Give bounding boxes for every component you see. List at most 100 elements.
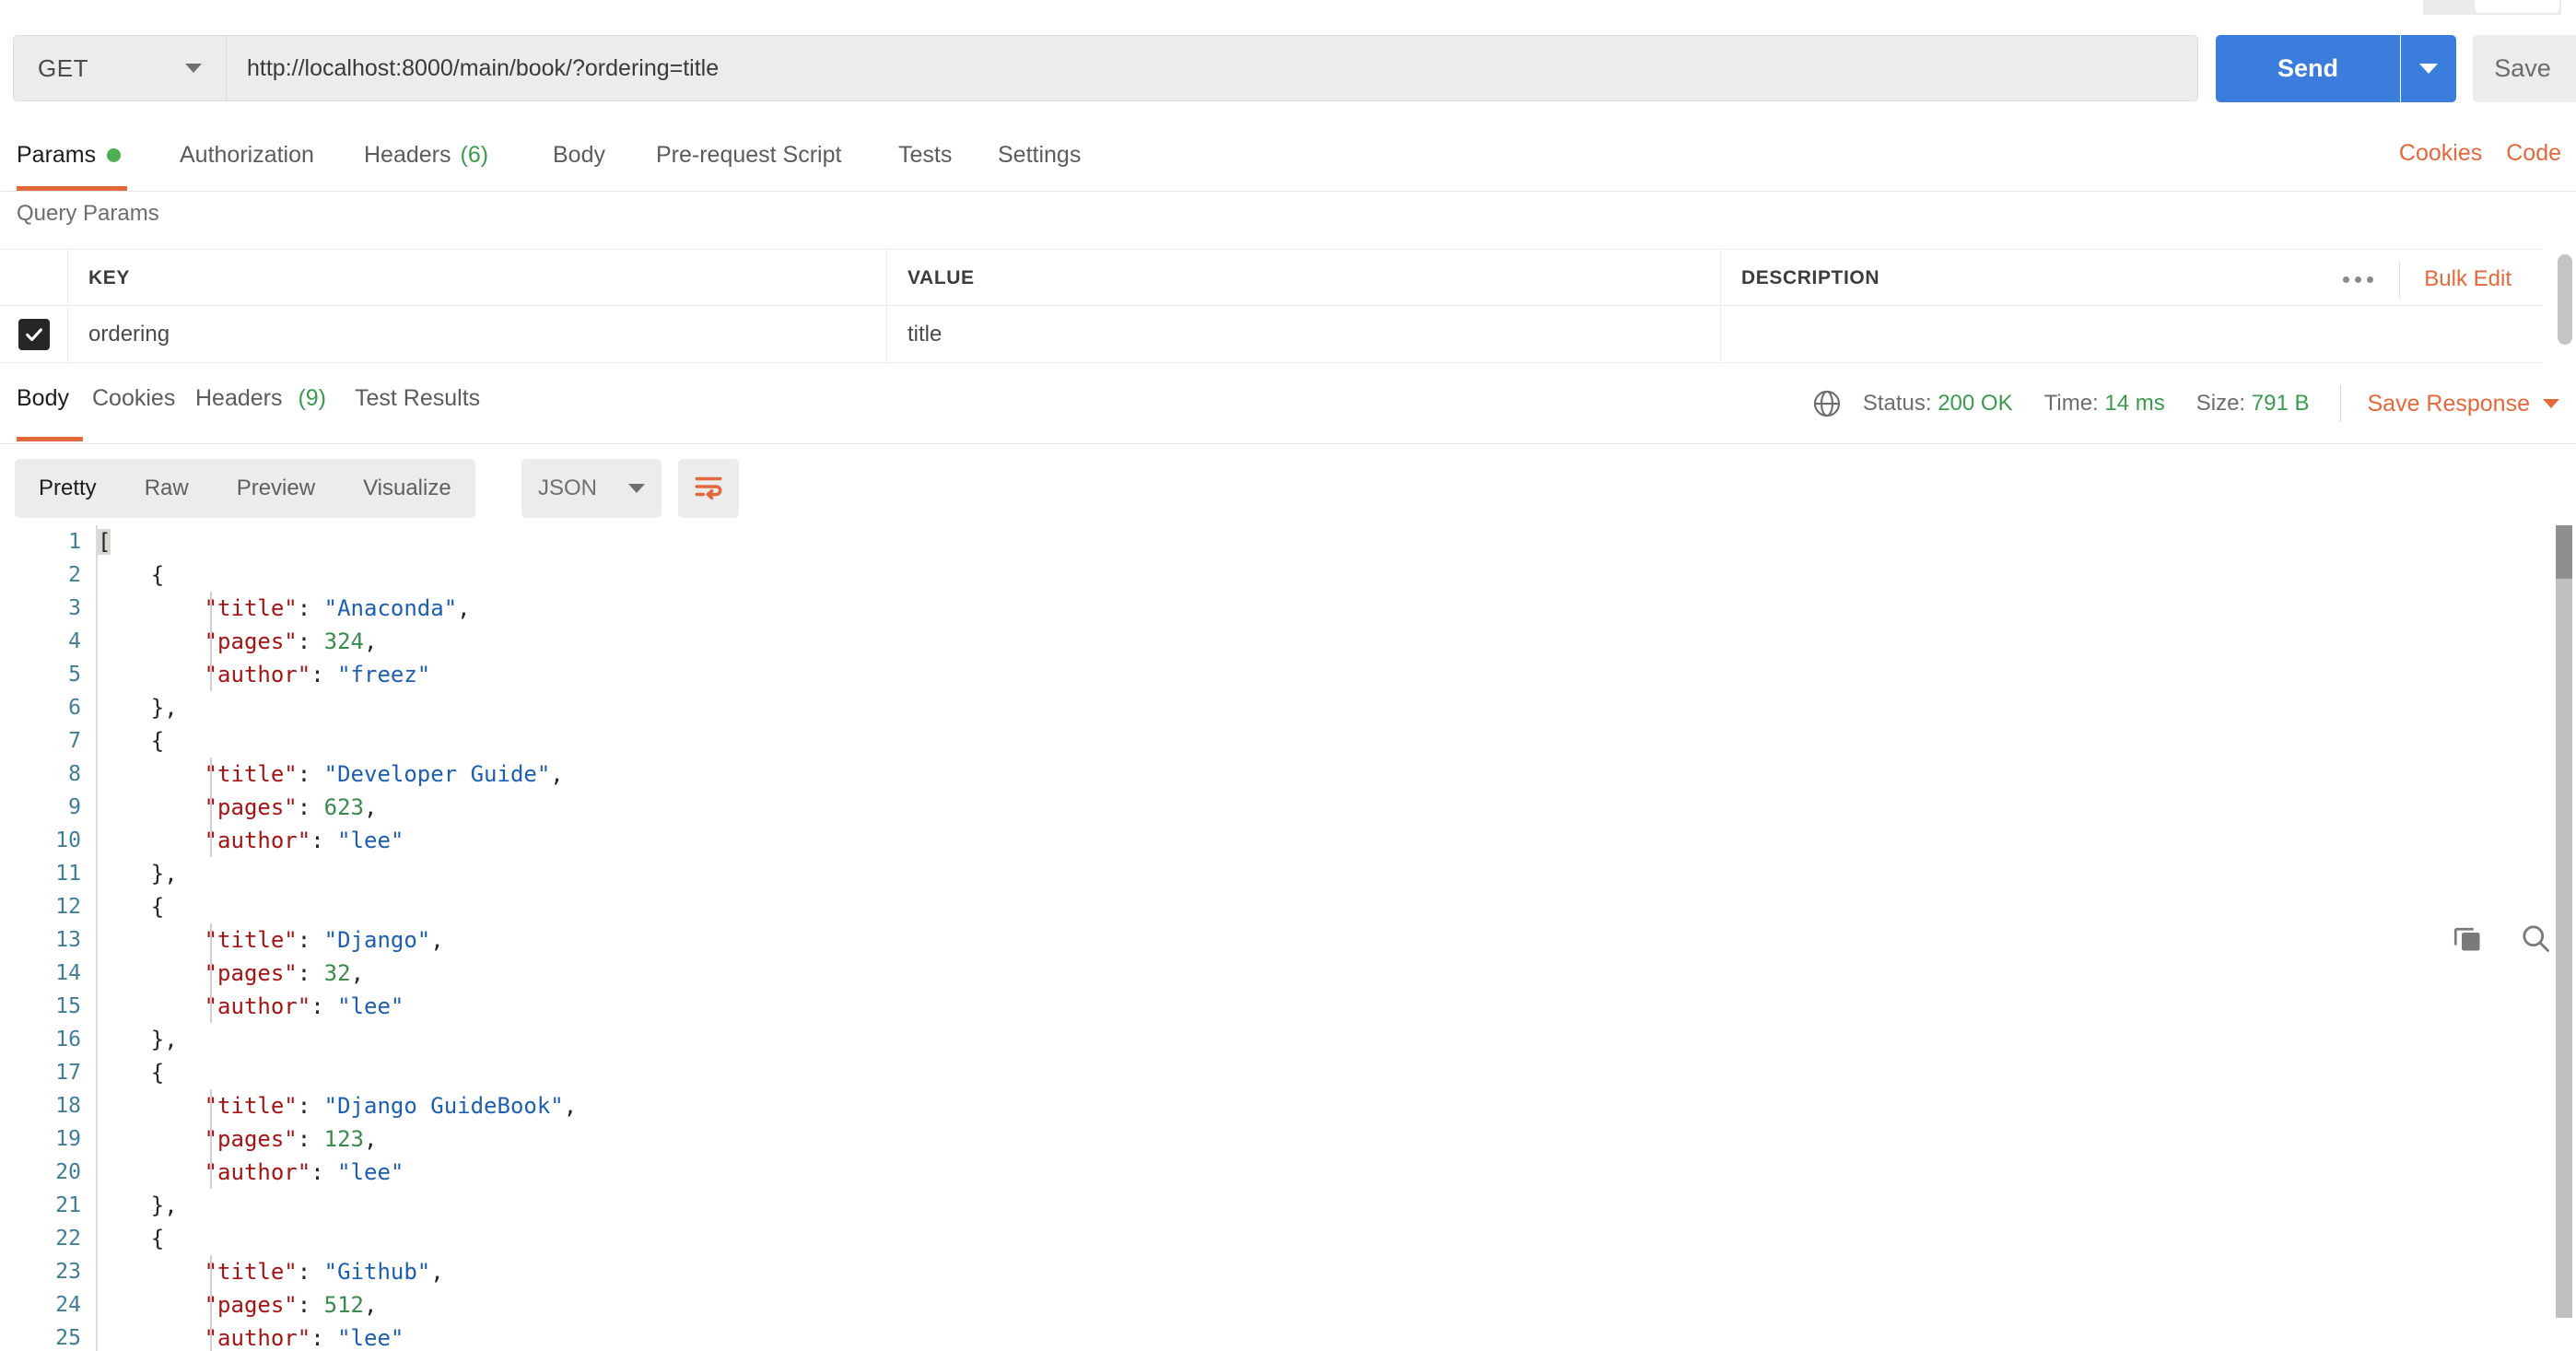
code-line[interactable]: "author": "lee" xyxy=(98,990,2576,1023)
code-token-num: 123 xyxy=(323,1126,365,1152)
code-token-key: "pages" xyxy=(204,794,298,820)
tab-tests-label: Tests xyxy=(898,142,953,168)
code-line[interactable]: { xyxy=(98,1056,2576,1089)
code-line[interactable]: "title": "Developer Guide", xyxy=(98,758,2576,791)
code-line[interactable]: "author": "lee" xyxy=(98,1156,2576,1189)
code-line[interactable]: "author": "lee" xyxy=(98,824,2576,857)
code-content[interactable]: [ { "title": "Anaconda", "pages": 324, "… xyxy=(98,525,2576,1351)
time-label: Time: xyxy=(2043,391,2099,416)
row-value-cell[interactable]: title xyxy=(887,306,1721,363)
save-button[interactable]: Save xyxy=(2473,35,2572,102)
more-options-icon[interactable] xyxy=(2317,261,2401,298)
code-line[interactable]: [ xyxy=(98,525,2576,558)
wrap-lines-button[interactable] xyxy=(678,459,739,518)
code-token-num: 512 xyxy=(323,1292,365,1318)
code-line[interactable]: { xyxy=(98,1222,2576,1255)
view-pretty-button[interactable]: Pretty xyxy=(15,476,121,501)
tab-headers[interactable]: Headers (6) xyxy=(364,135,488,192)
tab-response-body[interactable]: Body xyxy=(17,385,83,442)
code-line[interactable]: }, xyxy=(98,857,2576,890)
line-number: 9 xyxy=(68,795,81,819)
tab-response-cookies[interactable]: Cookies xyxy=(92,385,175,442)
row-value-text: title xyxy=(907,322,943,347)
code-token-key: "author" xyxy=(204,662,311,687)
tab-prerequest-script[interactable]: Pre-request Script xyxy=(656,135,841,192)
bulk-edit-button[interactable]: Bulk Edit xyxy=(2400,266,2512,292)
line-number: 18 xyxy=(55,1094,81,1118)
tab-params-label: Params xyxy=(17,142,97,168)
code-token-p: [ xyxy=(98,529,111,555)
code-token-p: }, xyxy=(150,1192,178,1218)
response-status-group: Status: 200 OK Time: 14 ms Size: 791 B S… xyxy=(1811,385,2559,422)
send-options-button[interactable] xyxy=(2401,35,2456,102)
tab-tests[interactable]: Tests xyxy=(898,135,952,192)
tab-params[interactable]: Params xyxy=(17,135,127,192)
line-number: 6 xyxy=(68,696,81,720)
size-label: Size: xyxy=(2195,391,2246,416)
line-number: 15 xyxy=(55,994,81,1018)
code-line[interactable]: "pages": 623, xyxy=(98,791,2576,824)
code-line[interactable]: "author": "lee" xyxy=(98,1322,2576,1351)
line-number: 17 xyxy=(55,1061,81,1085)
tab-test-results[interactable]: Test Results xyxy=(355,385,480,442)
row-checkbox-cell[interactable] xyxy=(0,306,68,363)
code-line[interactable]: }, xyxy=(98,1189,2576,1222)
code-line[interactable]: { xyxy=(98,558,2576,592)
response-format-select[interactable]: JSON xyxy=(521,459,662,518)
code-line[interactable]: { xyxy=(98,724,2576,758)
code-token-key: "title" xyxy=(204,1259,298,1285)
save-response-button[interactable]: Save Response xyxy=(2367,391,2559,417)
checkbox-checked-icon[interactable] xyxy=(18,319,50,350)
code-token-key: "title" xyxy=(204,927,298,953)
view-visualize-button[interactable]: Visualize xyxy=(339,476,475,501)
code-token-p: , xyxy=(457,595,471,621)
indent-guide xyxy=(210,923,212,1023)
tab-body[interactable]: Body xyxy=(553,135,605,192)
code-line[interactable]: "title": "Github", xyxy=(98,1255,2576,1288)
line-number: 19 xyxy=(55,1127,81,1151)
code-line[interactable]: }, xyxy=(98,1023,2576,1056)
code-token-str: "Github" xyxy=(323,1259,431,1285)
params-scrollbar-thumb[interactable] xyxy=(2558,254,2572,345)
tab-response-headers[interactable]: Headers (9) xyxy=(195,385,326,442)
size-badge: Size: 791 B xyxy=(2196,391,2310,417)
code-token-str: "lee" xyxy=(337,1159,404,1185)
response-body-viewer[interactable]: 1 2 3 4 5 6 7 8 9 10 11 12 13 14 15 16 17 18 19 20 21 22 23 24 2… xyxy=(0,525,2576,1351)
http-method-label: GET xyxy=(38,53,88,82)
http-method-select[interactable]: GET xyxy=(13,35,227,101)
view-preview-button[interactable]: Preview xyxy=(213,476,339,501)
save-options-button[interactable] xyxy=(2572,35,2576,102)
response-body-toolbar: Pretty Raw Preview Visualize JSON xyxy=(0,453,2576,952)
code-line[interactable]: "pages": 324, xyxy=(98,625,2576,658)
row-key-cell[interactable]: ordering xyxy=(68,306,887,363)
code-token-p: { xyxy=(150,894,165,920)
tab-response-headers-count: (9) xyxy=(298,385,327,411)
view-raw-button[interactable]: Raw xyxy=(121,476,213,501)
code-line[interactable]: "author": "freez" xyxy=(98,658,2576,691)
code-line[interactable]: "pages": 512, xyxy=(98,1288,2576,1322)
url-input[interactable]: http://localhost:8000/main/book/?orderin… xyxy=(227,35,2198,101)
code-line[interactable]: "pages": 32, xyxy=(98,957,2576,990)
tab-authorization[interactable]: Authorization xyxy=(180,135,314,192)
code-link[interactable]: Code xyxy=(2506,140,2561,167)
code-line[interactable]: "title": "Django GuideBook", xyxy=(98,1089,2576,1122)
code-line[interactable]: "pages": 123, xyxy=(98,1122,2576,1156)
code-line[interactable]: }, xyxy=(98,691,2576,724)
line-number: 1 xyxy=(68,530,81,554)
send-button[interactable]: Send xyxy=(2216,35,2400,102)
globe-icon[interactable] xyxy=(1811,388,1843,419)
tab-settings[interactable]: Settings xyxy=(998,135,1081,192)
code-token-key: "title" xyxy=(204,761,298,787)
code-line[interactable]: "title": "Anaconda", xyxy=(98,592,2576,625)
cookies-link[interactable]: Cookies xyxy=(2399,140,2482,167)
code-scrollbar-thumb[interactable] xyxy=(2556,525,2572,579)
code-scrollbar-track[interactable] xyxy=(2556,525,2572,1318)
code-token-p: : xyxy=(310,993,338,1019)
code-line[interactable]: "title": "Django", xyxy=(98,923,2576,957)
row-description-cell[interactable] xyxy=(1721,306,2543,363)
code-line[interactable]: { xyxy=(98,890,2576,923)
